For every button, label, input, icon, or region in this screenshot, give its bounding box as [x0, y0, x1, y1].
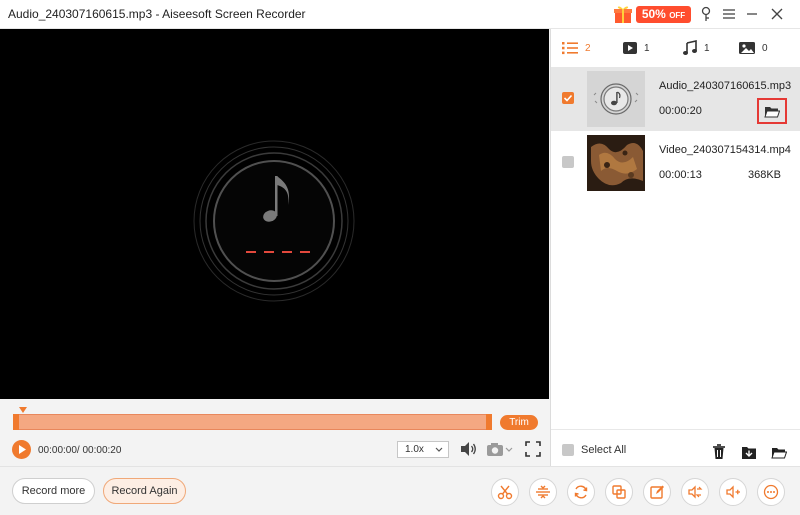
minimize-icon[interactable]	[742, 4, 762, 24]
tab-video[interactable]: 1	[622, 40, 650, 56]
convert-tool-button[interactable]	[567, 478, 595, 506]
record-more-label: Record more	[21, 485, 86, 497]
tab-audio-count: 1	[704, 42, 710, 54]
delete-button[interactable]	[707, 440, 731, 464]
tab-audio[interactable]: 1	[682, 40, 710, 56]
volume-plus-icon	[726, 485, 740, 499]
play-icon	[19, 445, 26, 454]
timeline-track[interactable]	[13, 414, 492, 430]
panel-footer-divider	[551, 429, 800, 430]
file-name: Video_240307154314.mp4	[659, 144, 791, 156]
file-name: Audio_240307160615.mp3	[659, 80, 792, 92]
menu-icon[interactable]	[719, 4, 739, 24]
discount-badge[interactable]: 50% OFF	[636, 6, 691, 23]
volume-boost-button[interactable]	[719, 478, 747, 506]
play-button[interactable]	[12, 440, 31, 459]
scissors-icon	[497, 485, 513, 500]
merge-tool-button[interactable]	[605, 478, 633, 506]
open-folder-button[interactable]	[757, 98, 787, 124]
tab-video-count: 1	[644, 42, 650, 54]
item-checkbox[interactable]	[562, 92, 574, 104]
tab-all[interactable]: 2	[561, 40, 591, 56]
file-size: 368KB	[747, 169, 781, 181]
music-note-icon	[683, 40, 697, 55]
discount-suffix: OFF	[669, 11, 686, 20]
discount-percent: 50%	[641, 7, 666, 21]
video-thumbnail	[587, 135, 645, 191]
playback-controls: Trim 00:00:00/ 00:00:20 1.0x	[0, 399, 549, 465]
record-again-button[interactable]: Record Again	[103, 478, 186, 504]
speed-select[interactable]: 1.0x	[397, 441, 449, 458]
file-duration: 00:00:20	[659, 105, 702, 117]
playhead[interactable]	[19, 407, 27, 413]
split-icon	[536, 485, 550, 499]
music-disc-icon	[593, 83, 639, 115]
video-thumbnail-art	[587, 135, 645, 191]
title-bar: Audio_240307160615.mp3 - Aiseesoft Scree…	[0, 0, 800, 29]
key-icon[interactable]	[696, 4, 716, 24]
item-checkbox[interactable]	[562, 156, 574, 168]
split-tool-button[interactable]	[529, 478, 557, 506]
trim-handle-right[interactable]	[486, 414, 492, 430]
recording-history-panel: 2 1 1 0 Audio_240307160615.mp3 00:00:20 …	[550, 29, 800, 466]
trim-label: Trim	[509, 417, 529, 428]
volume-icon[interactable]	[459, 441, 477, 457]
clip-tool-button[interactable]	[491, 478, 519, 506]
trim-handle-left[interactable]	[13, 414, 19, 430]
tab-all-count: 2	[585, 42, 591, 54]
more-icon	[763, 484, 779, 500]
speed-value: 1.0x	[405, 444, 424, 455]
trim-button[interactable]: Trim	[500, 415, 538, 430]
audio-visual	[193, 140, 355, 302]
more-tools-button[interactable]	[757, 478, 785, 506]
open-folder-button-footer[interactable]	[767, 440, 791, 464]
fullscreen-icon[interactable]	[525, 441, 541, 457]
tab-image[interactable]: 0	[738, 40, 768, 56]
refresh-icon	[574, 485, 588, 499]
image-icon	[739, 42, 755, 54]
folder-import-icon	[742, 446, 756, 459]
merge-icon	[612, 485, 626, 499]
window-title: Audio_240307160615.mp3 - Aiseesoft Scree…	[8, 7, 306, 21]
record-more-button[interactable]: Record more	[12, 478, 95, 504]
list-icon	[562, 42, 578, 55]
chevron-down-icon	[435, 447, 443, 452]
import-button[interactable]	[737, 440, 761, 464]
check-icon	[563, 94, 573, 102]
gift-icon	[614, 6, 632, 23]
list-item[interactable]: Audio_240307160615.mp3 00:00:20	[551, 67, 800, 131]
audio-thumbnail	[587, 71, 645, 127]
video-icon	[623, 42, 637, 54]
edit-icon	[650, 485, 664, 499]
time-display: 00:00:00/ 00:00:20	[38, 445, 122, 456]
media-preview[interactable]	[0, 29, 549, 399]
folder-icon	[764, 106, 780, 117]
trash-icon	[713, 444, 725, 459]
select-all-checkbox[interactable]	[562, 444, 574, 456]
close-icon[interactable]	[767, 4, 787, 24]
camera-icon[interactable]	[486, 441, 514, 457]
folder-icon	[771, 447, 787, 458]
select-all-label[interactable]: Select All	[581, 444, 626, 456]
edit-tool-button[interactable]	[643, 478, 671, 506]
tab-image-count: 0	[762, 42, 768, 54]
speaker-convert-icon	[688, 485, 703, 499]
file-duration: 00:00:13	[659, 169, 702, 181]
record-again-label: Record Again	[111, 485, 178, 497]
list-item[interactable]: Video_240307154314.mp4 00:00:13 368KB	[551, 131, 800, 195]
audio-convert-button[interactable]	[681, 478, 709, 506]
promo-banner[interactable]: 50% OFF	[612, 3, 692, 25]
